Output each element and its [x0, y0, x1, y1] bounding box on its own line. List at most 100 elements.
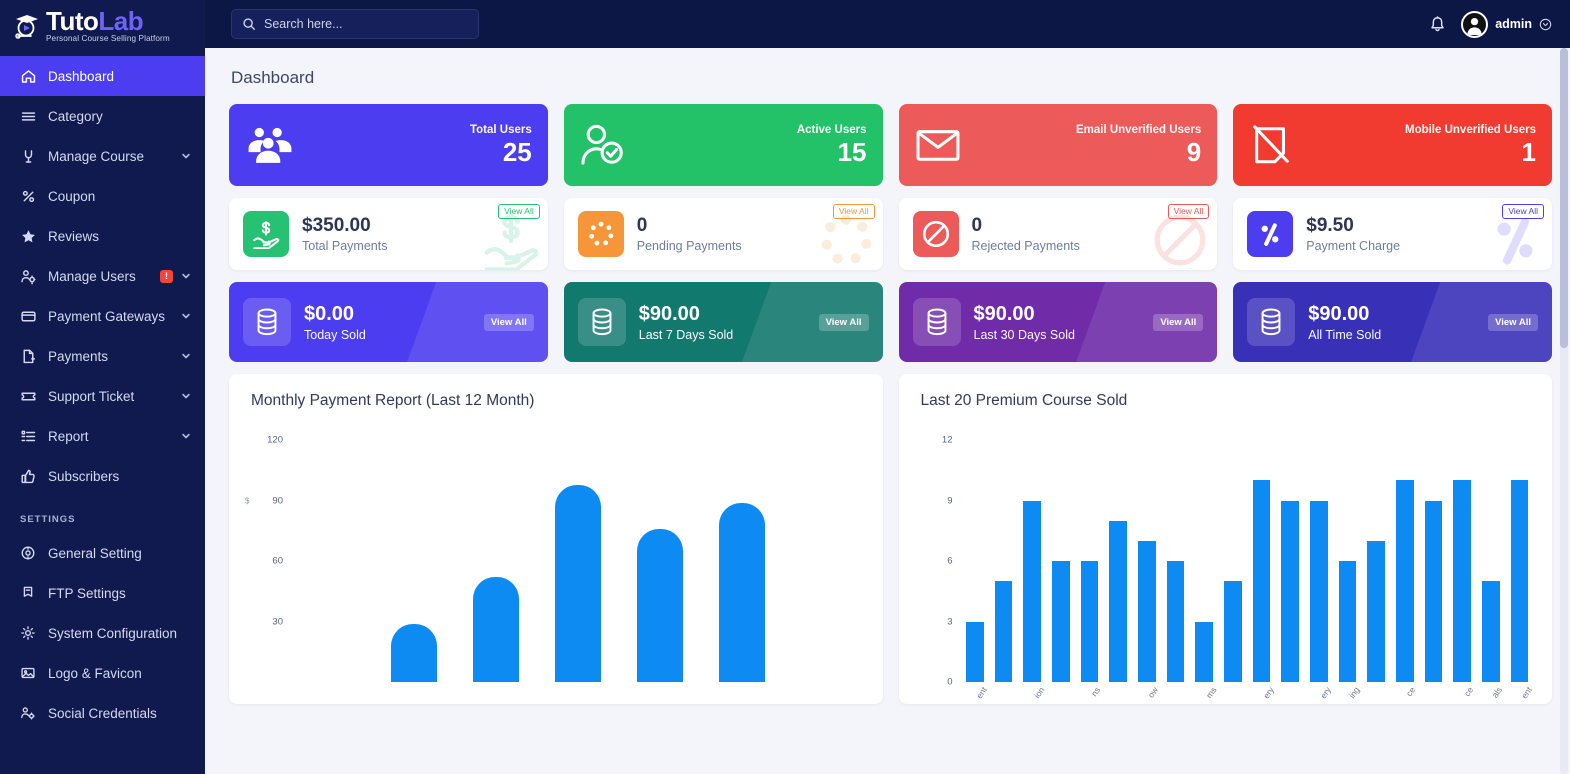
sidebar-item-label: Manage Users	[48, 268, 136, 284]
payment-card-label: Payment Charge	[1306, 238, 1401, 253]
bar-slot	[961, 420, 990, 682]
chevron-down-icon[interactable]	[181, 349, 191, 364]
x-axis	[291, 682, 865, 704]
payment-card-wrapper: $350.00 Total Payments View All	[229, 198, 548, 270]
stat-card[interactable]: Total Users 25	[229, 104, 548, 186]
sidebar-item-report[interactable]: Report	[0, 416, 205, 456]
sidebar-item-payments[interactable]: Payments	[0, 336, 205, 376]
view-all-button[interactable]: View All	[483, 313, 534, 331]
chart-bar[interactable]	[636, 528, 683, 682]
sold-card-icon-box	[1247, 298, 1296, 346]
stat-card[interactable]: Active Users 15	[563, 104, 883, 186]
sidebar-item-category[interactable]: Category	[0, 96, 205, 136]
menu-lines-icon	[20, 108, 40, 125]
users-group-icon	[245, 125, 295, 165]
sidebar-item-dashboard[interactable]: Dashboard	[0, 56, 205, 96]
sidebar-item-social-credentials[interactable]: Social Credentials	[0, 693, 205, 733]
chart-bar[interactable]	[554, 484, 601, 682]
view-all-button[interactable]: View All	[832, 204, 875, 220]
chart-bar[interactable]	[1137, 540, 1156, 682]
chart-bar[interactable]	[1166, 561, 1185, 682]
payment-card: 0 Rejected Payments View All	[898, 198, 1218, 270]
chart-bar[interactable]	[1338, 561, 1357, 682]
view-all-button[interactable]: View All	[1167, 204, 1210, 220]
chevron-down-icon[interactable]	[181, 269, 191, 284]
sold-card-label: Today Sold	[304, 327, 366, 342]
stat-card-wrapper: Email Unverified Users 9	[898, 104, 1218, 186]
search-input-wrapper[interactable]	[231, 9, 479, 39]
chart-bar[interactable]	[994, 581, 1013, 682]
bar-slot	[291, 420, 373, 682]
x-label-slot: ent	[961, 682, 990, 704]
x-label-slot: ow	[1133, 682, 1162, 704]
chart-bar[interactable]	[1252, 480, 1271, 682]
sidebar-item-ftp-settings[interactable]: FTP Settings	[0, 573, 205, 613]
chevron-down-circle-icon[interactable]	[1539, 18, 1552, 31]
users-cog-icon	[20, 705, 40, 721]
chevron-down-icon[interactable]	[181, 149, 191, 164]
user-menu[interactable]: admin	[1461, 10, 1552, 38]
chart-bar[interactable]	[390, 623, 437, 682]
bell-icon[interactable]	[1428, 15, 1447, 34]
sidebar-item-general-setting[interactable]: General Setting	[0, 533, 205, 573]
chart-bar[interactable]	[1482, 581, 1500, 682]
payment-card-icon-box	[577, 211, 624, 257]
chart-bar[interactable]	[472, 577, 519, 682]
stat-value: 9	[1186, 136, 1202, 167]
chart-bar[interactable]	[1195, 621, 1214, 682]
sidebar-nav: Dashboard Category Manage Course Coupon Revi…	[0, 48, 205, 496]
chart-bar[interactable]	[1367, 540, 1386, 682]
chart-bar[interactable]	[965, 621, 984, 682]
chart-bar[interactable]	[1281, 500, 1300, 682]
chart-bar[interactable]	[718, 502, 765, 682]
chart-bar[interactable]	[1051, 561, 1070, 682]
chevron-down-icon[interactable]	[181, 429, 191, 444]
chart-bar[interactable]	[1080, 561, 1099, 682]
vertical-scrollbar[interactable]	[1560, 48, 1568, 774]
chart-bar[interactable]	[1453, 480, 1472, 682]
stat-card-row: Total Users 25 Active Users 15 Email Unv…	[229, 104, 1552, 186]
payment-card: $350.00 Total Payments View All	[229, 198, 548, 270]
user-avatar-icon	[1461, 10, 1489, 38]
payment-card-wrapper: $9.50 Payment Charge View All	[1233, 198, 1552, 270]
sold-card-value: $90.00	[973, 302, 1035, 325]
sold-card-label: Last 7 Days Sold	[638, 327, 734, 342]
chart-bar[interactable]	[1510, 480, 1529, 682]
payment-card: $9.50 Payment Charge View All	[1233, 198, 1552, 270]
sidebar-item-system-configuration[interactable]: System Configuration	[0, 613, 205, 653]
chart-bar[interactable]	[1310, 500, 1328, 682]
view-all-button[interactable]: View All	[818, 313, 869, 331]
sidebar-item-manage-users[interactable]: Manage Users!	[0, 256, 205, 296]
view-all-button[interactable]: View All	[1488, 313, 1538, 331]
payment-card-text: 0 Rejected Payments	[972, 215, 1080, 253]
sidebar-item-reviews[interactable]: Reviews	[0, 216, 205, 256]
chevron-down-icon[interactable]	[181, 389, 191, 404]
chart-bar[interactable]	[1396, 480, 1414, 682]
sidebar-item-payment-gateways[interactable]: Payment Gateways	[0, 296, 205, 336]
view-all-button[interactable]: View All	[498, 204, 540, 220]
chart-bar[interactable]	[1424, 500, 1443, 682]
chart-bar[interactable]	[1224, 581, 1242, 682]
sidebar-item-label: Payment Gateways	[48, 308, 166, 324]
brand-logo[interactable]: TutoLab Personal Course Selling Platform	[0, 0, 205, 48]
stat-text: Email Unverified Users 9	[1076, 124, 1201, 167]
payment-card-icon-box	[243, 211, 289, 257]
chart-plot-area: 0 3 6 9 12 ent ion ns ow ms ery ery ing …	[913, 420, 1539, 704]
sold-card-icon-box	[577, 298, 626, 346]
sidebar-item-subscribers[interactable]: Subscribers	[0, 456, 205, 496]
sidebar-item-coupon[interactable]: Coupon	[0, 176, 205, 216]
chevron-down-icon[interactable]	[181, 309, 191, 324]
chart-card: Last 20 Premium Course Sold 0 3 6 9 12 e…	[898, 374, 1552, 704]
search-input[interactable]	[264, 17, 468, 31]
sidebar-item-manage-course[interactable]: Manage Course	[0, 136, 205, 176]
view-all-button[interactable]: View All	[1153, 313, 1204, 331]
chart-bar[interactable]	[1109, 520, 1128, 682]
sidebar-item-logo-favicon[interactable]: Logo & Favicon	[0, 653, 205, 693]
bar-slot	[1104, 420, 1133, 682]
stat-card[interactable]: Email Unverified Users 9	[898, 104, 1218, 186]
sidebar-item-support-ticket[interactable]: Support Ticket	[0, 376, 205, 416]
scrollbar-thumb[interactable]	[1560, 48, 1568, 348]
view-all-button[interactable]: View All	[1502, 204, 1544, 220]
chart-bar[interactable]	[1023, 500, 1042, 682]
stat-card[interactable]: Mobile Unverified Users 1	[1233, 104, 1552, 186]
